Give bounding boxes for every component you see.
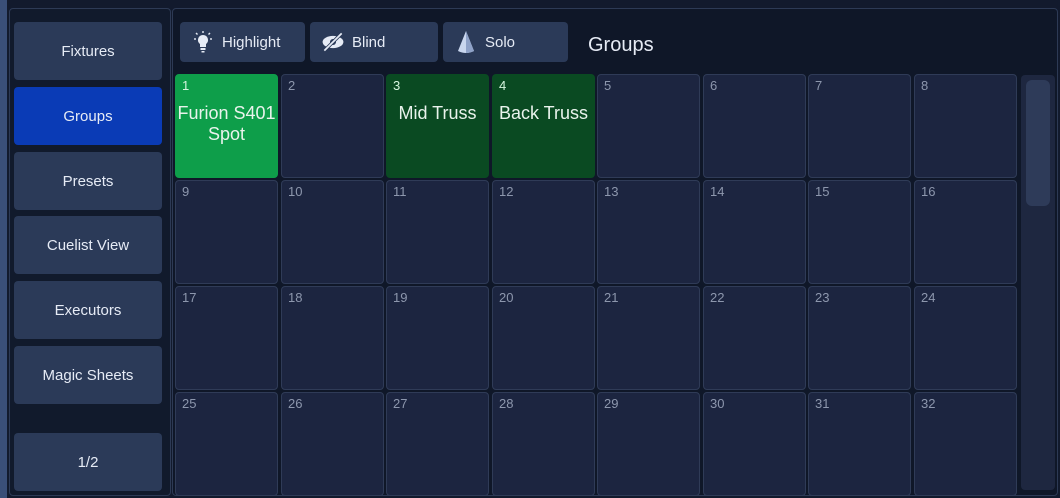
group-number: 25 [182,396,197,411]
group-number: 7 [815,78,823,93]
group-cell-16[interactable]: 16 [914,180,1017,284]
group-cell-19[interactable]: 19 [386,286,489,390]
solo-button[interactable]: Solo [443,22,568,62]
page-switch-button[interactable]: 1/2 [14,433,162,491]
group-number: 12 [499,184,514,199]
group-cell-25[interactable]: 25 [175,392,278,496]
group-number: 14 [710,184,725,199]
group-number: 15 [815,184,830,199]
group-number: 8 [921,78,929,93]
sidebar-item-cuelist-view[interactable]: Cuelist View [14,216,162,274]
group-cell-6[interactable]: 6 [703,74,806,178]
sidebar-item-label: Cuelist View [46,236,130,254]
group-cell-20[interactable]: 20 [492,286,595,390]
group-cell-31[interactable]: 31 [808,392,911,496]
group-number: 6 [710,78,718,93]
sidebar-item-label: Magic Sheets [42,366,134,384]
sidebar-item-magic-sheets[interactable]: Magic Sheets [14,346,162,404]
group-number: 10 [288,184,303,199]
group-number: 5 [604,78,612,93]
blind-label: Blind [352,33,386,51]
group-name: Mid Truss [398,103,477,123]
group-cell-14[interactable]: 14 [703,180,806,284]
group-cell-3[interactable]: 3 Mid Truss [386,74,489,178]
group-cell-27[interactable]: 27 [386,392,489,496]
scrollbar-thumb[interactable] [1026,80,1050,206]
group-cell-30[interactable]: 30 [703,392,806,496]
group-number: 24 [921,290,936,305]
group-cell-7[interactable]: 7 [808,74,911,178]
group-name: Furion S401 Spot [177,103,276,144]
page-indicator: 1/2 [77,453,99,471]
group-cell-9[interactable]: 9 [175,180,278,284]
group-cell-11[interactable]: 11 [386,180,489,284]
group-number: 30 [710,396,725,411]
group-cell-10[interactable]: 10 [281,180,384,284]
group-cell-8[interactable]: 8 [914,74,1017,178]
group-cell-15[interactable]: 15 [808,180,911,284]
group-number: 31 [815,396,830,411]
highlight-button[interactable]: Highlight [180,22,305,62]
group-cell-21[interactable]: 21 [597,286,700,390]
group-number: 20 [499,290,514,305]
group-cell-32[interactable]: 32 [914,392,1017,496]
sidebar-item-executors[interactable]: Executors [14,281,162,339]
sidebar-item-fixtures[interactable]: Fixtures [14,22,162,80]
group-cell-26[interactable]: 26 [281,392,384,496]
solo-label: Solo [485,33,516,51]
group-number: 1 [182,78,190,93]
group-number: 26 [288,396,303,411]
group-cell-1[interactable]: 1 Furion S401 Spot [175,74,278,178]
group-cell-4[interactable]: 4 Back Truss [492,74,595,178]
group-number: 11 [393,184,407,199]
group-cell-22[interactable]: 22 [703,286,806,390]
left-edge-bar [0,0,7,498]
group-cell-23[interactable]: 23 [808,286,911,390]
group-cell-5[interactable]: 5 [597,74,700,178]
group-cell-12[interactable]: 12 [492,180,595,284]
blind-button[interactable]: Blind [310,22,438,62]
group-cell-17[interactable]: 17 [175,286,278,390]
group-number: 23 [815,290,830,305]
group-cell-18[interactable]: 18 [281,286,384,390]
group-cell-2[interactable]: 2 [281,74,384,178]
group-cell-13[interactable]: 13 [597,180,700,284]
group-number: 18 [288,290,303,305]
group-cell-28[interactable]: 28 [492,392,595,496]
group-name: Back Truss [498,103,589,123]
sidebar-item-groups[interactable]: Groups [14,87,162,145]
group-number: 9 [182,184,190,199]
sidebar-item-label: Fixtures [61,42,115,60]
group-number: 16 [921,184,936,199]
highlight-label: Highlight [222,33,281,51]
group-number: 3 [393,78,401,93]
sidebar-item-presets[interactable]: Presets [14,152,162,210]
group-number: 29 [604,396,619,411]
group-number: 2 [288,78,296,93]
group-number: 28 [499,396,514,411]
group-number: 22 [710,290,725,305]
group-number: 32 [921,396,936,411]
lightbulb-icon [190,29,216,55]
sidebar-item-label: Groups [63,107,113,125]
spotlight-icon [453,29,479,55]
sidebar-item-label: Presets [62,172,114,190]
group-number: 4 [499,78,507,93]
group-number: 27 [393,396,408,411]
group-number: 19 [393,290,408,305]
group-number: 13 [604,184,619,199]
sidebar-item-label: Executors [54,301,122,319]
group-cell-24[interactable]: 24 [914,286,1017,390]
view-title: Groups [588,34,654,56]
group-cell-29[interactable]: 29 [597,392,700,496]
group-number: 21 [604,290,619,305]
group-number: 17 [182,290,197,305]
eye-slash-icon [320,29,346,55]
